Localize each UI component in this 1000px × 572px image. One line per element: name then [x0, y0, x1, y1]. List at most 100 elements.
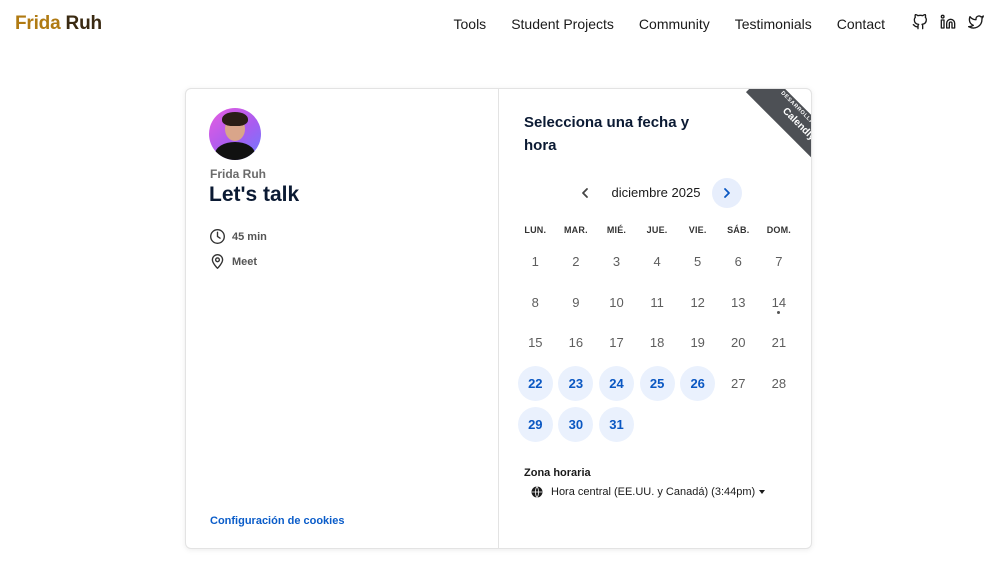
cookie-settings-link[interactable]: Configuración de cookies: [210, 515, 344, 527]
calendar-day: 3: [596, 241, 637, 282]
globe-icon: [531, 486, 543, 498]
calendar-day: 16: [556, 323, 597, 364]
caret-down-icon: [759, 490, 766, 494]
calendar-day: 17: [596, 323, 637, 364]
brand-logo[interactable]: Frida Ruh: [15, 13, 102, 35]
previous-month-button[interactable]: [570, 178, 600, 208]
social-links: [912, 14, 984, 30]
calendar-day-number: 29: [517, 407, 553, 443]
twitter-icon[interactable]: [968, 14, 984, 30]
month-navigation: diciembre 2025: [500, 178, 811, 208]
calendar-day: 7: [759, 241, 800, 282]
calendar-day: 28: [759, 363, 800, 404]
powered-by-calendly-ribbon[interactable]: DESARROLLADO POR Calendly: [731, 89, 811, 169]
nav-links: Tools Student Projects Community Testimo…: [454, 16, 886, 32]
calendar-day-number: 5: [694, 253, 702, 269]
nav-link-community[interactable]: Community: [639, 16, 710, 32]
top-navigation: Frida Ruh Tools Student Projects Communi…: [0, 0, 1000, 50]
calendar-day: 15: [515, 323, 556, 364]
avatar: [209, 108, 261, 160]
calendar-day-number: 31: [598, 407, 634, 443]
calendar-day: 21: [759, 323, 800, 364]
calendar-day: 12: [677, 282, 718, 323]
nav-link-testimonials[interactable]: Testimonials: [735, 16, 812, 32]
timezone-selector[interactable]: Hora central (EE.UU. y Canadá) (3:44pm): [531, 486, 766, 498]
calendar-day-number: 28: [771, 376, 787, 392]
weekday-label: DOM.: [766, 225, 792, 235]
duration-text: 45 min: [232, 230, 267, 243]
calendar-day-number: 15: [528, 335, 543, 351]
calendar-day-number: 3: [612, 253, 621, 269]
calendar-day-number: 14: [771, 294, 787, 310]
calendar-day-number: 7: [775, 253, 783, 269]
weekday-label: LUN.: [524, 225, 547, 235]
calendar-day-available[interactable]: 30: [556, 404, 597, 445]
next-month-button[interactable]: [712, 178, 742, 208]
ribbon-line2: Calendly: [780, 105, 811, 143]
calendar-day: 6: [718, 241, 759, 282]
date-picker-heading: Selecciona una fecha y hora: [524, 114, 690, 154]
calendar-day-number: 8: [531, 294, 539, 310]
calendar-day-number: 20: [731, 335, 746, 351]
calendar-day: 20: [718, 323, 759, 364]
calendar-day-number: 27: [731, 376, 746, 392]
calendar-day-number: 22: [517, 366, 553, 402]
event-duration: 45 min: [209, 228, 267, 245]
calendar-day-available[interactable]: 26: [677, 363, 718, 404]
weekday-label: MAR.: [563, 225, 588, 235]
booking-widget: Frida Ruh Let's talk 45 min Meet Configu…: [185, 88, 812, 549]
calendar-day-number: 19: [690, 335, 705, 351]
linkedin-icon[interactable]: [940, 14, 956, 30]
host-name: Frida Ruh: [210, 167, 266, 181]
calendar-day-number: 26: [680, 366, 716, 402]
event-location: Meet: [209, 253, 257, 270]
current-month: diciembre 2025: [611, 185, 701, 200]
calendar-day-number: 1: [531, 253, 539, 269]
calendar-day-number: 30: [558, 407, 594, 443]
event-details-panel: Frida Ruh Let's talk 45 min Meet Configu…: [186, 89, 499, 548]
nav-link-contact[interactable]: Contact: [837, 16, 885, 32]
weekday-label: SÁB.: [727, 225, 750, 235]
calendar-day-number: 16: [568, 335, 584, 351]
weekday-label: JUE.: [646, 225, 668, 235]
calendar-day-available[interactable]: 31: [596, 404, 637, 445]
calendar-day-number: 13: [731, 294, 746, 310]
calendar-day: 4: [637, 241, 678, 282]
calendar-day-number: 21: [771, 335, 787, 351]
calendar-day-number: 4: [653, 253, 661, 269]
calendar-day: 5: [677, 241, 718, 282]
calendar-day: 9: [556, 282, 597, 323]
weekday-label: VIE.: [688, 225, 707, 235]
calendar-day: 19: [677, 323, 718, 364]
calendar-day: 1: [515, 241, 556, 282]
calendar-day-number: 23: [558, 366, 594, 402]
calendar-day-number: 10: [609, 294, 624, 310]
brand-last-name: Ruh: [65, 13, 103, 34]
calendar-day-number: 11: [650, 294, 664, 310]
calendar-day: 8: [515, 282, 556, 323]
calendar-day: 11: [637, 282, 678, 323]
calendar-day-available[interactable]: 25: [637, 363, 678, 404]
calendar-day-number: 25: [639, 366, 675, 402]
calendar-day-number: 18: [649, 335, 665, 351]
calendar-days-grid: 1 2 3 4 5 6 7 8 9 10 11 12 13 14 15 16 17 18 19 20 21 22 23 24 2…: [515, 241, 799, 445]
calendar-day: 10: [596, 282, 637, 323]
calendar-day-number: 2: [572, 253, 580, 269]
location-text: Meet: [232, 255, 258, 268]
calendar-day-available[interactable]: 24: [596, 363, 637, 404]
calendar-day-available[interactable]: 23: [556, 363, 597, 404]
calendar-day-available[interactable]: 29: [515, 404, 556, 445]
calendar-day: 27: [718, 363, 759, 404]
github-icon[interactable]: [912, 14, 928, 30]
location-pin-icon: [209, 253, 226, 270]
weekday-header: LUN. MAR. MIÉ. JUE. VIE. SÁB. DOM.: [515, 225, 799, 235]
nav-link-student-projects[interactable]: Student Projects: [511, 16, 614, 32]
calendar-day-number: 6: [734, 253, 742, 269]
calendar-day: 2: [556, 241, 597, 282]
event-title: Let's talk: [209, 183, 300, 206]
calendar-day-available[interactable]: 22: [515, 363, 556, 404]
nav-link-tools[interactable]: Tools: [454, 16, 487, 32]
timezone-value: Hora central (EE.UU. y Canadá) (3:44pm): [551, 486, 756, 498]
clock-icon: [209, 228, 226, 245]
calendar-day-number: 9: [572, 294, 580, 310]
